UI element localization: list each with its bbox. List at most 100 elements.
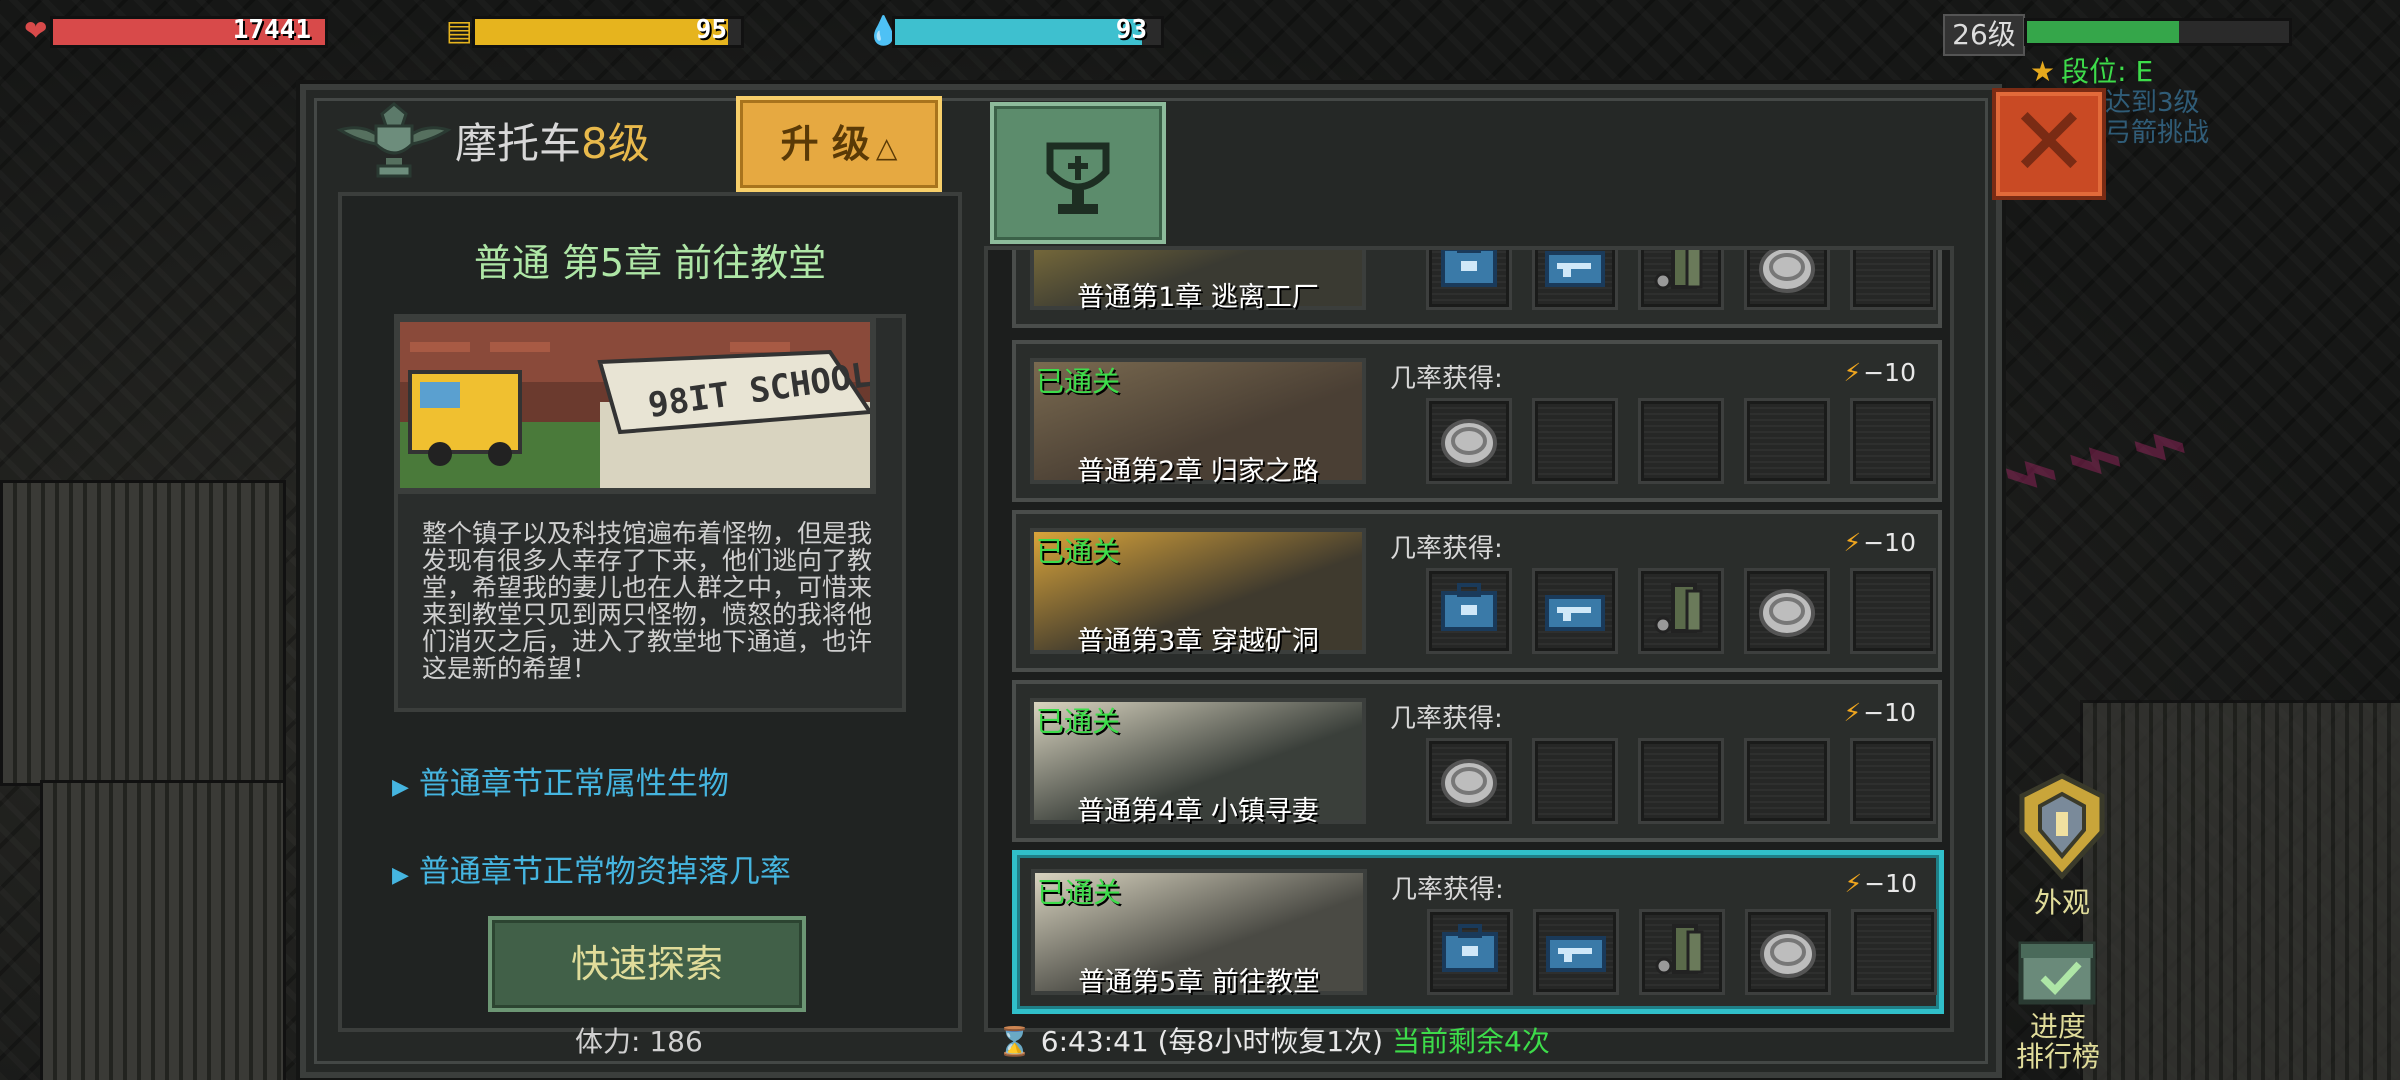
up-arrow-icon: △ — [875, 131, 898, 164]
reward-slot[interactable] — [1426, 398, 1512, 484]
reward-slot[interactable] — [1638, 250, 1724, 311]
energy-cost: ⚡−10 — [1844, 358, 1916, 387]
drop-chance-label: 几率获得: — [1390, 704, 1503, 734]
ammo-icon — [1641, 583, 1721, 655]
drop-rate-link[interactable]: ▶ 普通章节正常物资掉落几率 — [392, 846, 791, 891]
food-value: 95 — [695, 15, 727, 45]
chapter-detail-panel: 普通 第5章 前往教堂 98IT SCHOOL 整个镇子以及科技馆遍布着怪物，但… — [338, 192, 962, 1032]
remaining-count: 当前剩余4次 — [1392, 1025, 1550, 1058]
coin-icon — [1747, 589, 1827, 655]
cleared-badge: 已通关 — [1036, 535, 1121, 568]
coin-icon — [1748, 930, 1828, 996]
refresh-timer: ⌛ 6:43:41 (每8小时恢复1次) 当前剩余4次 — [997, 1020, 1550, 1060]
cleared-badge: 已通关 — [1036, 365, 1121, 398]
crate-stack — [40, 780, 286, 1080]
empty-reward-slot — [1638, 398, 1724, 484]
reward-slot[interactable] — [1744, 568, 1830, 654]
food-bar: 95 — [472, 15, 744, 48]
case-icon — [1430, 924, 1510, 996]
reward-slot[interactable] — [1532, 250, 1618, 311]
reward-slot[interactable] — [1745, 909, 1831, 995]
reward-slot[interactable] — [1426, 250, 1512, 310]
reward-slot[interactable] — [1533, 909, 1619, 995]
chapter-name: 普通第4章 小镇寻妻 — [1077, 796, 1319, 827]
upgrade-label: 升 级 — [780, 122, 870, 166]
leaderboard-button[interactable]: 进度 排行榜 — [1998, 934, 2118, 1072]
coin-icon — [1429, 759, 1509, 825]
empty-reward-slot — [1851, 909, 1937, 995]
energy-cost-value: −10 — [1864, 869, 1917, 898]
quick-explore-button[interactable]: 快速探索 — [488, 916, 806, 1012]
triangle-right-icon: ▶ — [392, 863, 409, 888]
chapter-description: 整个镇子以及科技馆遍布着怪物，但是我发现有很多人幸存了下来，他们逃向了教堂，希望… — [422, 519, 873, 683]
player-level: 26级 — [1943, 14, 2025, 56]
trophy-emblem-icon — [336, 102, 452, 178]
chapter-name: 普通第1章 逃离工厂 — [1077, 282, 1319, 313]
hp-value: 17441 — [232, 15, 311, 45]
gun-case-icon — [1536, 936, 1616, 996]
chapter-row[interactable]: 已通关普通第4章 小镇寻妻 几率获得: ⚡−10 — [1012, 680, 1942, 842]
reward-slot[interactable] — [1639, 909, 1725, 995]
case-icon — [1429, 583, 1509, 655]
vehicle-name: 摩托车 — [455, 119, 582, 168]
xp-bar — [2024, 18, 2292, 46]
chapter-name: 普通第3章 穿越矿洞 — [1077, 626, 1319, 657]
chapter-illustration: 98IT SCHOOL — [394, 316, 876, 494]
empty-reward-slot — [1532, 738, 1618, 824]
ammo-icon — [1641, 250, 1721, 311]
empty-reward-slot — [1850, 398, 1936, 484]
triangle-right-icon: ▶ — [392, 775, 409, 800]
lightning-icon: ⚡ — [1843, 528, 1862, 557]
leaderboard-label: 进度 排行榜 — [2015, 1010, 2100, 1073]
energy-cost-value: −10 — [1863, 358, 1916, 387]
drop-rate-label: 普通章节正常物资掉落几率 — [418, 854, 791, 890]
coin-icon — [1747, 250, 1827, 311]
chapter-name: 普通第2章 归家之路 — [1077, 456, 1319, 487]
rank-label[interactable]: ★ 段位: E — [2030, 50, 2153, 90]
hp-bar: 17441 — [50, 15, 328, 48]
food-icon: ▤ — [446, 14, 473, 47]
reward-slot[interactable] — [1426, 738, 1512, 824]
cup-icon — [1046, 142, 1110, 214]
neon-sign: ⌁⌁⌁ — [1990, 380, 2207, 532]
reward-slots — [1426, 568, 1936, 654]
chapter-row[interactable]: 普通第1章 逃离工厂 — [1012, 250, 1942, 328]
close-icon: ✕ — [2008, 86, 2090, 198]
empty-reward-slot — [1638, 738, 1724, 824]
appearance-button[interactable]: 外观 — [2002, 772, 2122, 918]
crate-stack — [2080, 700, 2400, 1080]
empty-reward-slot — [1850, 738, 1936, 824]
task-line-1: 达到3级 — [2105, 88, 2200, 118]
energy-cost-value: −10 — [1863, 528, 1916, 557]
empty-reward-slot — [1744, 398, 1830, 484]
chapter-list[interactable]: 普通第1章 逃离工厂 已通关 普通第2章 归家之路 几率获得: ⚡−10 已通关 普通第3章… — [984, 246, 1954, 1032]
creature-info-label: 普通章节正常属性生物 — [418, 766, 729, 802]
reward-slots — [1427, 909, 1937, 995]
empty-reward-slot — [1744, 738, 1830, 824]
drop-chance-label: 几率获得: — [1391, 875, 1504, 905]
water-bar: 93 — [892, 15, 1164, 48]
tab-trophy[interactable] — [990, 102, 1166, 244]
calendar-check-icon — [2018, 941, 2096, 1005]
timer-text: 6:43:41 (每8小时恢复1次) — [1040, 1025, 1384, 1058]
creature-info-link[interactable]: ▶ 普通章节正常属性生物 — [392, 758, 729, 803]
reward-slot[interactable] — [1427, 909, 1513, 995]
chapter-row[interactable]: 已通关 普通第2章 归家之路 几率获得: ⚡−10 — [1012, 340, 1942, 502]
reward-slot[interactable] — [1426, 568, 1512, 654]
reward-slot[interactable] — [1744, 250, 1830, 311]
lightning-icon: ⚡ — [1843, 698, 1862, 727]
hourglass-icon: ⌛ — [997, 1025, 1032, 1058]
rank-text: 段位: E — [2061, 55, 2154, 88]
food-fill — [475, 19, 728, 45]
cleared-badge: 已通关 — [1036, 705, 1121, 738]
reward-slot[interactable] — [1532, 568, 1618, 654]
coin-icon — [1429, 419, 1509, 485]
reward-slot[interactable] — [1638, 568, 1724, 654]
energy-cost: ⚡−10 — [1844, 698, 1916, 727]
close-button[interactable]: ✕ — [1992, 88, 2106, 200]
chapter-row[interactable]: 已通关 普通第3章 穿越矿洞 几率获得: ⚡−10 — [1012, 510, 1942, 672]
upgrade-button[interactable]: 升 级 △ — [736, 96, 942, 192]
chapter-row[interactable]: 已通关 普通第5章 前往教堂 几率获得: ⚡−10 — [1012, 850, 1944, 1014]
energy-cost-value: −10 — [1863, 698, 1916, 727]
gun-case-icon — [1535, 251, 1615, 311]
